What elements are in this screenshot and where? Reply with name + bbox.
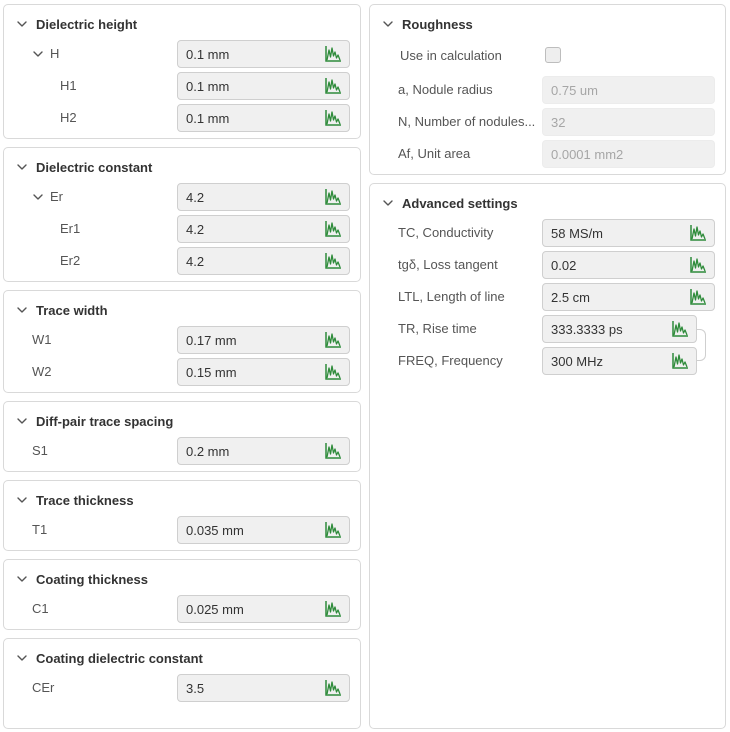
w1-field[interactable]: 0.17 mm: [177, 326, 350, 354]
er2-label: Er2: [60, 253, 81, 268]
trace-thickness-header[interactable]: Trace thickness: [16, 491, 134, 509]
c1-field[interactable]: 0.025 mm: [177, 595, 350, 623]
cer-label: CEr: [32, 680, 55, 695]
advanced-settings-header[interactable]: Advanced settings: [382, 194, 518, 212]
er2-field[interactable]: 4.2: [177, 247, 350, 275]
nodule-radius-field: 0.75 um: [542, 76, 715, 104]
panel-title: Advanced settings: [402, 195, 518, 211]
chevron-down-icon[interactable]: [382, 18, 394, 30]
chart-icon[interactable]: [688, 223, 708, 243]
chart-icon[interactable]: [670, 319, 690, 339]
chart-icon[interactable]: [688, 255, 708, 275]
panel-title: Diff-pair trace spacing: [36, 413, 174, 429]
coating-thickness-header[interactable]: Coating thickness: [16, 570, 148, 588]
h2-field[interactable]: 0.1 mm: [177, 104, 350, 132]
conductivity-field[interactable]: 58 MS/m: [542, 219, 715, 247]
h1-field[interactable]: 0.1 mm: [177, 72, 350, 100]
diff-pair-spacing-header[interactable]: Diff-pair trace spacing: [16, 412, 173, 430]
s1-label: S1: [32, 443, 48, 458]
chart-icon[interactable]: [323, 219, 343, 239]
use-in-calculation-label: Use in calculation: [400, 48, 502, 63]
chevron-down-icon[interactable]: [16, 304, 28, 316]
nodule-count-field: 32: [542, 108, 715, 136]
t1-label: T1: [32, 522, 48, 537]
chart-icon[interactable]: [323, 678, 343, 698]
diff-pair-spacing-panel: Diff-pair trace spacing S1 0.2 mm: [3, 401, 361, 472]
loss-tangent-label: tgδ, Loss tangent: [398, 257, 498, 272]
rise-time-label: TR, Rise time: [398, 321, 477, 336]
chevron-down-icon[interactable]: [382, 197, 394, 209]
chart-icon[interactable]: [688, 287, 708, 307]
chart-icon[interactable]: [323, 441, 343, 461]
h2-label: H2: [60, 110, 77, 125]
er-field[interactable]: 4.2: [177, 183, 350, 211]
panel-title: Trace thickness: [36, 492, 134, 508]
length-of-line-field[interactable]: 2.5 cm: [542, 283, 715, 311]
panel-title: Dielectric height: [36, 16, 138, 32]
panel-title: Coating dielectric constant: [36, 650, 203, 666]
chart-icon[interactable]: [323, 108, 343, 128]
chevron-down-icon[interactable]: [16, 18, 28, 30]
conductivity-label: TC, Conductivity: [398, 225, 494, 240]
chart-icon[interactable]: [323, 330, 343, 350]
w2-field[interactable]: 0.15 mm: [177, 358, 350, 386]
nodule-count-label: N, Number of nodules...: [398, 114, 536, 129]
c1-label: C1: [32, 601, 49, 616]
er1-label: Er1: [60, 221, 81, 236]
cer-field[interactable]: 3.5: [177, 674, 350, 702]
coating-dielectric-header[interactable]: Coating dielectric constant: [16, 649, 203, 667]
t1-field[interactable]: 0.035 mm: [177, 516, 350, 544]
panel-title: Roughness: [402, 16, 473, 32]
chart-icon[interactable]: [323, 187, 343, 207]
chart-icon[interactable]: [323, 44, 343, 64]
trace-width-panel: Trace width W1 0.17 mm W2 0.15 mm: [3, 290, 361, 393]
length-of-line-label: LTL, Length of line: [398, 289, 505, 304]
s1-field[interactable]: 0.2 mm: [177, 437, 350, 465]
roughness-header[interactable]: Roughness: [382, 15, 473, 33]
panel-title: Dielectric constant: [36, 159, 153, 175]
dielectric-constant-header[interactable]: Dielectric constant: [16, 158, 152, 176]
chart-icon[interactable]: [670, 351, 690, 371]
group-label-er[interactable]: Er: [32, 189, 63, 204]
link-bracket[interactable]: [696, 329, 706, 361]
chevron-down-icon[interactable]: [32, 191, 44, 203]
chart-icon[interactable]: [323, 251, 343, 271]
chart-icon[interactable]: [323, 362, 343, 382]
coating-thickness-panel: Coating thickness C1 0.025 mm: [3, 559, 361, 630]
w1-label: W1: [32, 332, 52, 347]
advanced-settings-panel: Advanced settings TC, Conductivity 58 MS…: [369, 183, 726, 729]
coating-dielectric-panel: Coating dielectric constant CEr 3.5: [3, 638, 361, 729]
panel-title: Trace width: [36, 302, 108, 318]
chart-icon[interactable]: [323, 76, 343, 96]
roughness-panel: Roughness Use in calculation a, Nodule r…: [369, 4, 726, 175]
rise-time-field[interactable]: 333.3333 ps: [542, 315, 697, 343]
trace-thickness-panel: Trace thickness T1 0.035 mm: [3, 480, 361, 551]
dielectric-height-header[interactable]: Dielectric height: [16, 15, 137, 33]
w2-label: W2: [32, 364, 52, 379]
chevron-down-icon[interactable]: [16, 161, 28, 173]
h1-label: H1: [60, 78, 77, 93]
loss-tangent-field[interactable]: 0.02: [542, 251, 715, 279]
nodule-radius-label: a, Nodule radius: [398, 82, 493, 97]
trace-width-header[interactable]: Trace width: [16, 301, 108, 319]
frequency-label: FREQ, Frequency: [398, 353, 503, 368]
er1-field[interactable]: 4.2: [177, 215, 350, 243]
chevron-down-icon[interactable]: [16, 573, 28, 585]
chevron-down-icon[interactable]: [16, 494, 28, 506]
use-in-calculation-checkbox[interactable]: [545, 47, 561, 63]
chart-icon[interactable]: [323, 520, 343, 540]
dielectric-constant-panel: Dielectric constant Er 4.2 Er1 4.2 Er2 4…: [3, 147, 361, 282]
dielectric-height-panel: Dielectric height H 0.1 mm H1 0.1 mm H2 …: [3, 4, 361, 139]
panel-title: Coating thickness: [36, 571, 148, 587]
unit-area-field: 0.0001 mm2: [542, 140, 715, 168]
group-label-h[interactable]: H: [32, 46, 59, 61]
chevron-down-icon[interactable]: [16, 415, 28, 427]
chevron-down-icon[interactable]: [16, 652, 28, 664]
unit-area-label: Af, Unit area: [398, 146, 471, 161]
chevron-down-icon[interactable]: [32, 48, 44, 60]
chart-icon[interactable]: [323, 599, 343, 619]
h-field[interactable]: 0.1 mm: [177, 40, 350, 68]
frequency-field[interactable]: 300 MHz: [542, 347, 697, 375]
